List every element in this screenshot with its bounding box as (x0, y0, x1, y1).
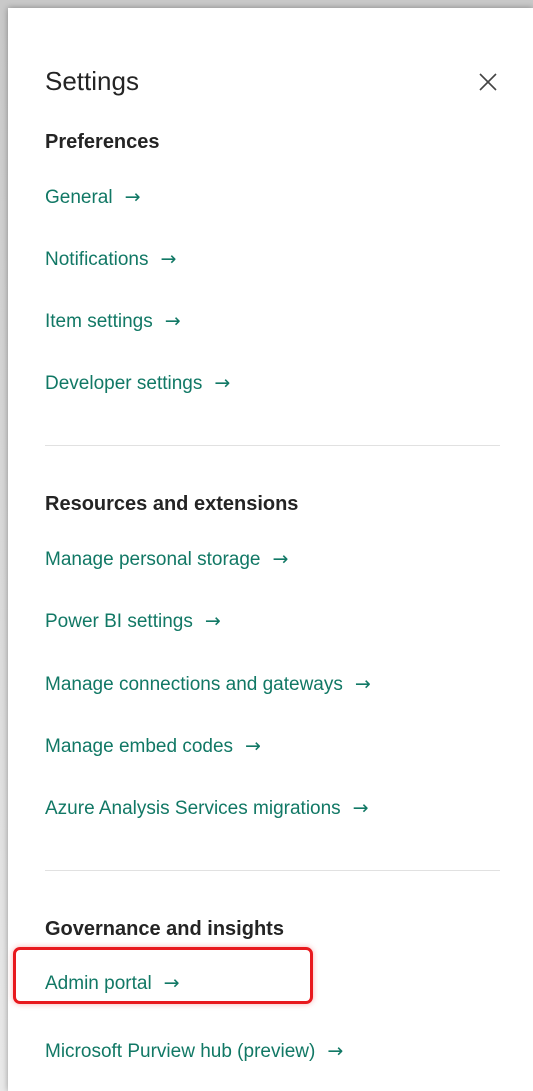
close-icon[interactable] (476, 70, 500, 94)
link-manage-embed-codes[interactable]: Manage embed codes → (45, 733, 261, 760)
arrow-right-icon: → (160, 248, 177, 270)
section-heading-preferences: Preferences (45, 131, 160, 153)
panel-title: Settings (45, 66, 139, 96)
arrow-right-icon: → (124, 186, 141, 208)
arrow-right-icon: → (214, 372, 231, 394)
link-power-bi-settings[interactable]: Power BI settings → (45, 608, 221, 635)
link-label: Item settings (45, 311, 153, 332)
link-label: Manage embed codes (45, 736, 234, 757)
arrow-right-icon: → (272, 548, 289, 570)
link-label: Power BI settings (45, 611, 193, 632)
section-heading-resources: Resources and extensions (45, 493, 299, 515)
arrow-right-icon: → (204, 610, 221, 632)
admin-portal-highlight-box (13, 947, 313, 1004)
link-label: Manage connections and gateways (45, 674, 343, 695)
link-item-settings[interactable]: Item settings → (45, 308, 181, 335)
link-label: Azure Analysis Services migrations (45, 798, 341, 819)
section-heading-governance: Governance and insights (45, 918, 284, 940)
link-label: Notifications (45, 249, 149, 270)
link-azure-analysis-services-migrations[interactable]: Azure Analysis Services migrations → (45, 795, 369, 822)
link-manage-connections-gateways[interactable]: Manage connections and gateways → (45, 671, 371, 698)
link-label: Microsoft Purview hub (preview) (45, 1041, 316, 1062)
link-label: Developer settings (45, 373, 203, 394)
link-general[interactable]: General → (45, 184, 141, 211)
arrow-right-icon: → (352, 797, 369, 819)
arrow-right-icon: → (164, 310, 181, 332)
link-manage-personal-storage[interactable]: Manage personal storage → (45, 546, 288, 573)
link-notifications[interactable]: Notifications → (45, 246, 176, 273)
divider (45, 870, 500, 871)
arrow-right-icon: → (245, 735, 261, 757)
arrow-right-icon: → (327, 1040, 344, 1062)
link-label: Manage personal storage (45, 549, 261, 570)
settings-panel: Settings Preferences General → Notificati… (8, 8, 533, 1091)
link-microsoft-purview-hub[interactable]: Microsoft Purview hub (preview) → (45, 1038, 343, 1065)
link-developer-settings[interactable]: Developer settings → (45, 370, 230, 397)
divider (45, 445, 500, 446)
link-label: General (45, 187, 113, 208)
arrow-right-icon: → (354, 673, 371, 695)
